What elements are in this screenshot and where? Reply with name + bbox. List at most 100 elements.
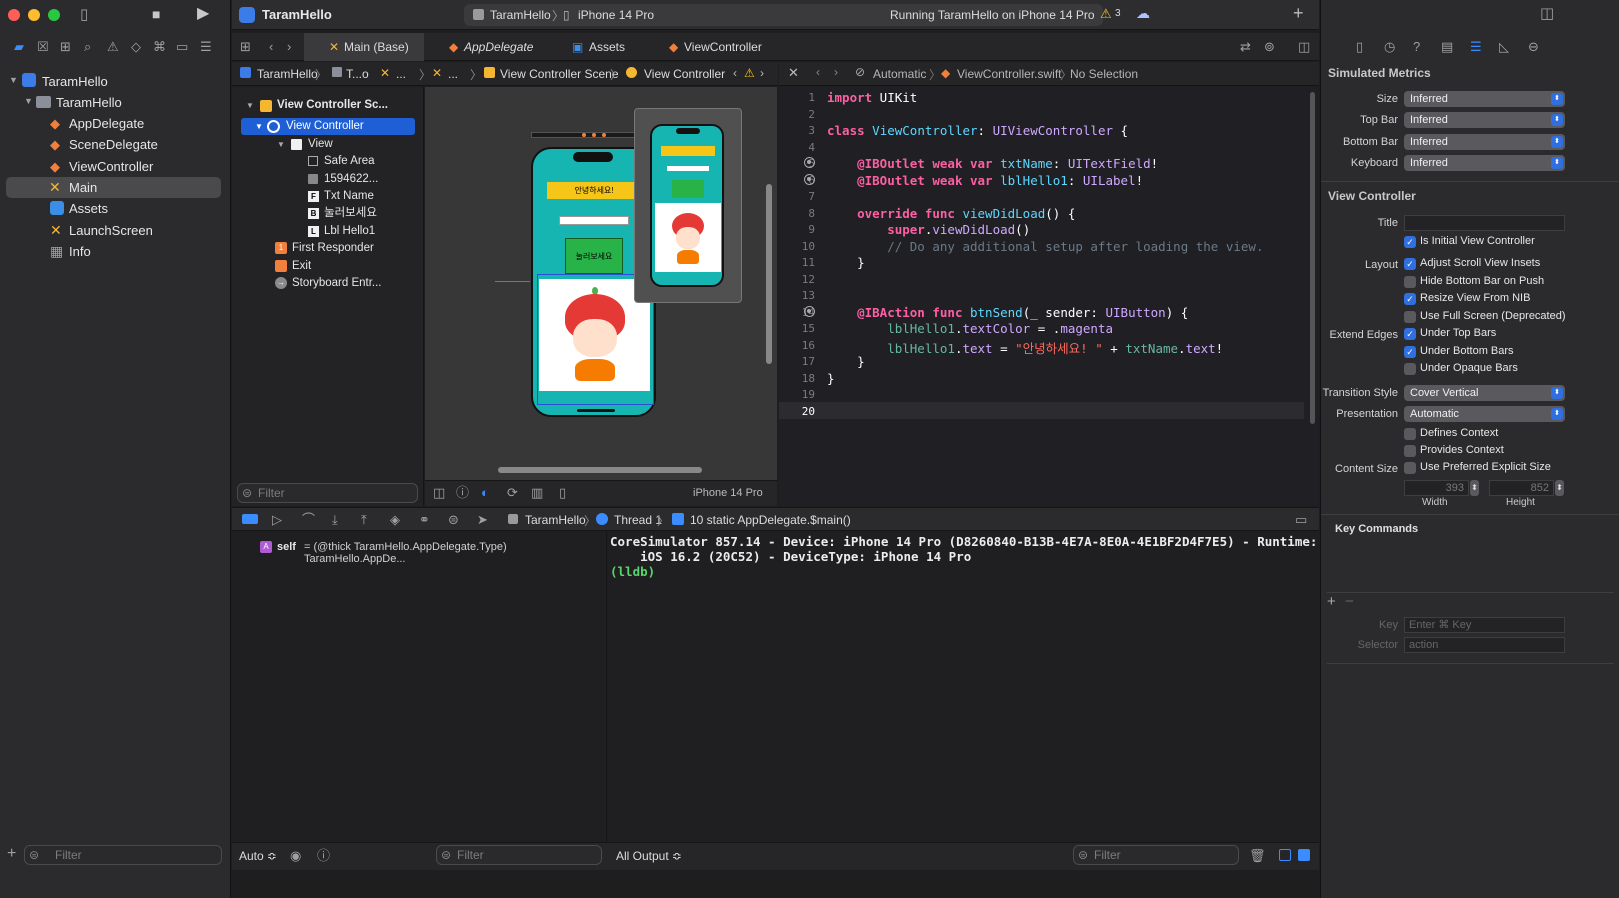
- nav-item-launchscreen[interactable]: ✕ LaunchScreen: [0, 220, 231, 241]
- outlet-connection-icon[interactable]: [804, 174, 815, 185]
- file-inspector-icon[interactable]: ▯: [1356, 40, 1363, 53]
- debug-thread[interactable]: Thread 1: [614, 513, 662, 527]
- debug-frame[interactable]: 10 static AppDelegate.$main(): [690, 513, 851, 527]
- hierarchy-icon[interactable]: ⊞: [60, 40, 71, 53]
- info-icon[interactable]: ⓘ: [317, 849, 330, 862]
- back-icon[interactable]: ‹: [733, 66, 737, 80]
- jump-file[interactable]: ...: [396, 67, 406, 81]
- nav-item-scenedelegate[interactable]: ◆ SceneDelegate: [0, 134, 231, 155]
- tab-viewcontroller[interactable]: ◆ ViewController: [667, 33, 777, 61]
- related-items-icon[interactable]: ⊘: [855, 65, 865, 79]
- report-icon[interactable]: ☰: [200, 40, 212, 53]
- nav-item-info[interactable]: ▦ Info: [0, 241, 231, 262]
- close-window-button[interactable]: [8, 9, 20, 21]
- swap-icon[interactable]: ⇄: [1240, 40, 1251, 53]
- console-filter-input[interactable]: ⊜ Filter: [1073, 845, 1239, 865]
- connections-inspector-icon[interactable]: ⊖: [1528, 40, 1539, 53]
- adjust-editor-icon[interactable]: ⊚: [1264, 40, 1275, 53]
- code-editor[interactable]: 1 2 3 4 5 6 7 8 9 10 11 12 13 14 15 16 1…: [779, 87, 1319, 506]
- console-output-selector[interactable]: All Output ≎: [616, 849, 682, 863]
- tab-main-base[interactable]: ✕ Main (Base): [304, 33, 424, 61]
- memory-graph-icon[interactable]: ⚭: [419, 513, 430, 526]
- back-icon[interactable]: ‹: [269, 40, 273, 53]
- width-stepper[interactable]: ⬍: [1470, 480, 1479, 496]
- outline-filter-input[interactable]: ⊜ Filter: [237, 483, 418, 503]
- bottom-bar-popup[interactable]: Inferred ⬍: [1404, 134, 1565, 150]
- title-input[interactable]: [1404, 215, 1565, 231]
- under-top-checkbox[interactable]: ✓: [1404, 328, 1416, 340]
- search-icon[interactable]: ⌕: [84, 40, 91, 53]
- top-bar-popup[interactable]: Inferred ⬍: [1404, 112, 1565, 128]
- size-popup[interactable]: Inferred ⬍: [1404, 91, 1565, 107]
- editor-scrollbar[interactable]: [1310, 92, 1315, 424]
- stop-button[interactable]: ■: [152, 7, 160, 21]
- add-icon[interactable]: +: [1327, 593, 1336, 610]
- device-icon[interactable]: ▯: [559, 486, 566, 499]
- debug-icon[interactable]: ⌘: [153, 40, 166, 53]
- eye-icon[interactable]: ◉: [290, 849, 301, 862]
- selector-input[interactable]: action: [1404, 637, 1565, 653]
- remove-icon[interactable]: −: [1345, 593, 1354, 610]
- jump-project[interactable]: TaramHello: [257, 67, 318, 81]
- jump-view-controller[interactable]: View Controller: [644, 67, 725, 81]
- scheme-selector[interactable]: TaramHello: [490, 8, 551, 22]
- phone-button[interactable]: 눌러보세요: [565, 238, 623, 274]
- jump-scene[interactable]: View Controller Scene: [500, 67, 619, 81]
- warning-icon[interactable]: ⚠: [744, 66, 755, 80]
- add-tab-icon[interactable]: +: [1293, 3, 1304, 24]
- navigator-filter-input[interactable]: ⊜ Filter: [24, 845, 222, 865]
- variables-filter-input[interactable]: ⊜ Filter: [436, 845, 602, 865]
- jump-folder[interactable]: T...o: [346, 67, 369, 81]
- step-into-icon[interactable]: ⤓: [332, 513, 338, 526]
- under-bottom-checkbox[interactable]: ✓: [1404, 346, 1416, 358]
- continue-icon[interactable]: ▷: [272, 513, 282, 526]
- forward-icon[interactable]: ›: [834, 65, 838, 79]
- warning-icon[interactable]: ⚠: [1100, 6, 1112, 22]
- jump-automatic[interactable]: Automatic: [873, 67, 926, 81]
- jump-selection[interactable]: No Selection: [1070, 67, 1138, 81]
- close-icon[interactable]: ✕: [788, 65, 799, 81]
- preferred-size-checkbox[interactable]: [1404, 462, 1416, 474]
- trash-icon[interactable]: 🗑: [1249, 849, 1266, 862]
- canvas-horizontal-scrollbar[interactable]: [498, 467, 702, 473]
- appearance-icon[interactable]: ◐: [481, 486, 489, 499]
- warning-icon[interactable]: ⚠: [107, 40, 119, 53]
- forward-icon[interactable]: ›: [760, 66, 764, 80]
- phone-text-field[interactable]: [559, 216, 629, 225]
- adjust-scroll-checkbox[interactable]: ✓: [1404, 258, 1416, 270]
- minimize-window-button[interactable]: [28, 9, 40, 21]
- chevron-down-icon[interactable]: ▼: [246, 97, 254, 114]
- layout-icon[interactable]: ▥: [531, 486, 543, 499]
- transition-style-popup[interactable]: Cover Vertical ⬍: [1404, 385, 1565, 401]
- show-console-icon[interactable]: [1298, 849, 1310, 861]
- environment-icon[interactable]: ⊜: [448, 513, 459, 526]
- outline-view-controller[interactable]: ▼ View Controller: [241, 118, 415, 135]
- variables-scope-selector[interactable]: Auto ≎: [239, 849, 277, 863]
- info-icon[interactable]: ⓘ: [456, 486, 469, 499]
- jump-swift-file[interactable]: ViewController.swift: [957, 67, 1061, 81]
- full-screen-checkbox[interactable]: [1404, 311, 1416, 323]
- zoom-window-button[interactable]: [48, 9, 60, 21]
- chevron-down-icon[interactable]: ▼: [9, 76, 18, 85]
- help-inspector-icon[interactable]: ?: [1413, 40, 1420, 53]
- console-output[interactable]: CoreSimulator 857.14 - Device: iPhone 14…: [608, 532, 1319, 842]
- debug-process[interactable]: TaramHello: [525, 513, 586, 527]
- test-icon[interactable]: ◇: [131, 40, 141, 53]
- outline-toggle-icon[interactable]: ◫: [433, 486, 445, 499]
- step-out-icon[interactable]: ⤒: [361, 513, 367, 526]
- sidebar-toggle-icon[interactable]: ▯: [80, 7, 88, 22]
- hide-bottom-checkbox[interactable]: [1404, 276, 1416, 288]
- location-icon[interactable]: ➤: [477, 513, 488, 526]
- nav-item-project[interactable]: ▼ TaramHello: [0, 71, 231, 92]
- folder-icon[interactable]: ▰: [14, 40, 24, 53]
- chevron-down-icon[interactable]: ▼: [24, 97, 33, 106]
- nav-item-assets[interactable]: Assets: [0, 198, 231, 219]
- nav-item-main[interactable]: ✕ Main: [6, 177, 221, 198]
- under-opaque-checkbox[interactable]: [1404, 363, 1416, 375]
- keyboard-popup[interactable]: Inferred ⬍: [1404, 155, 1565, 171]
- forward-icon[interactable]: ›: [287, 40, 291, 53]
- height-stepper[interactable]: ⬍: [1555, 480, 1564, 496]
- run-button[interactable]: ▶: [197, 6, 209, 22]
- device-preview-panel[interactable]: [634, 108, 742, 303]
- provides-context-checkbox[interactable]: [1404, 445, 1416, 457]
